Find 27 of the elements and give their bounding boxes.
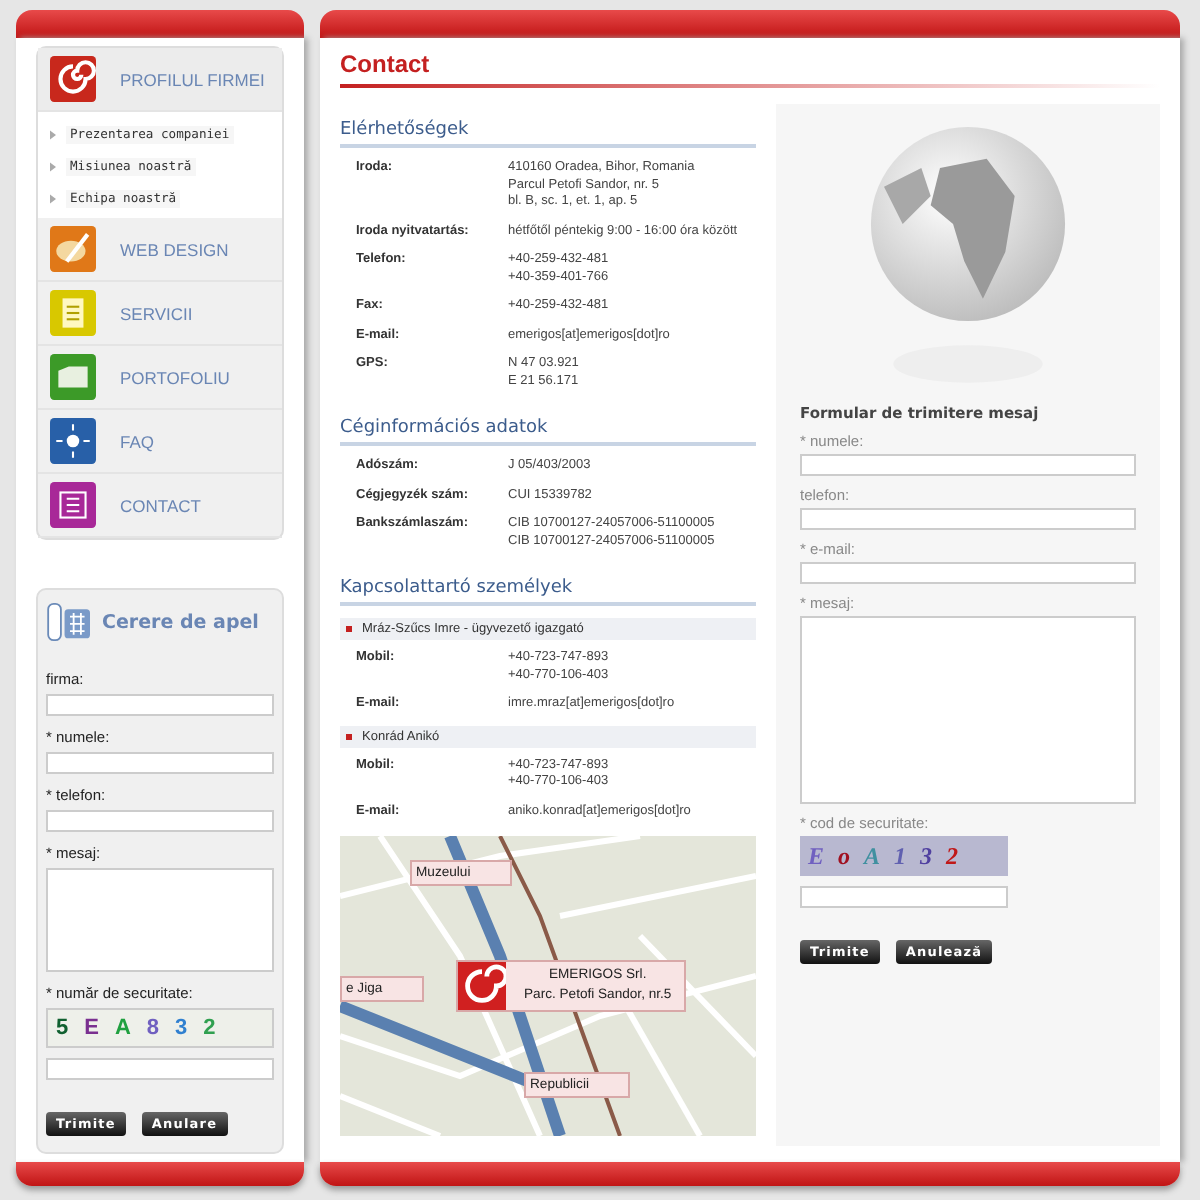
- input-field[interactable]: [46, 694, 274, 716]
- page-title: Contact: [340, 48, 432, 82]
- input-field[interactable]: [46, 810, 274, 832]
- input-field[interactable]: [800, 454, 1136, 476]
- spiral-icon: [458, 962, 506, 1010]
- palette-icon: [50, 226, 96, 272]
- bullet-icon: [50, 161, 56, 171]
- input-field[interactable]: [800, 562, 1136, 584]
- folder-icon: [50, 354, 96, 400]
- spiral-icon: [50, 56, 96, 102]
- section-heading: Céginformációs adatok: [340, 410, 756, 446]
- document-icon: [50, 290, 96, 336]
- bullet-icon: [50, 129, 56, 139]
- input-field[interactable]: [800, 508, 1136, 530]
- captcha-input-field[interactable]: [46, 1058, 274, 1080]
- section-heading: Kapcsolattartó személyek: [340, 570, 756, 606]
- section-heading: Elérhetőségek: [340, 112, 756, 148]
- input-field[interactable]: [46, 752, 274, 774]
- captcha-input-field[interactable]: [800, 886, 1008, 908]
- captcha-image: E o A 1 3 2: [800, 836, 1008, 876]
- message-field[interactable]: [46, 868, 274, 972]
- captcha-image: 5 E A 8 3 2: [46, 1008, 274, 1048]
- callback-title: Cerere de apel: [102, 611, 259, 633]
- message-field[interactable]: [800, 616, 1136, 804]
- lightbulb-icon: [50, 418, 96, 464]
- phone-icon: [46, 602, 94, 642]
- bullet-icon: [50, 193, 56, 203]
